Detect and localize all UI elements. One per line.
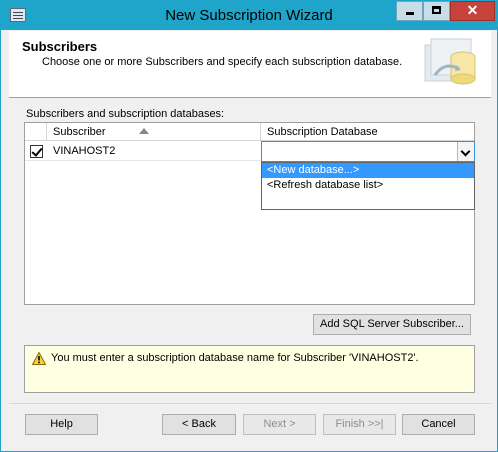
validation-message-box: You must enter a subscription database n… bbox=[24, 345, 475, 393]
title-bar[interactable]: New Subscription Wizard ✕ bbox=[1, 1, 497, 30]
subscriber-name: VINAHOST2 bbox=[53, 145, 116, 157]
validation-message-text: You must enter a subscription database n… bbox=[51, 352, 419, 364]
help-button[interactable]: Help bbox=[25, 414, 98, 435]
close-button[interactable]: ✕ bbox=[450, 1, 495, 21]
grid-header: Subscriber Subscription Database bbox=[25, 123, 474, 141]
close-icon: ✕ bbox=[466, 2, 479, 18]
page-subtitle: Choose one or more Subscribers and speci… bbox=[42, 56, 403, 68]
subscriber-column-label: Subscriber bbox=[53, 126, 106, 138]
database-column-header[interactable]: Subscription Database bbox=[261, 123, 474, 141]
database-icon bbox=[424, 38, 476, 85]
minimize-button[interactable] bbox=[396, 1, 423, 21]
maximize-icon bbox=[432, 6, 441, 14]
back-button[interactable]: < Back bbox=[162, 414, 236, 435]
page-title: Subscribers bbox=[22, 39, 98, 54]
page-header: Subscribers Choose one or more Subscribe… bbox=[9, 31, 491, 98]
database-column-label: Subscription Database bbox=[267, 126, 378, 138]
warning-icon bbox=[32, 352, 46, 365]
wizard-window: New Subscription Wizard ✕ Subscribers Ch… bbox=[0, 0, 498, 452]
subscription-database-combobox[interactable] bbox=[261, 141, 475, 162]
footer-divider bbox=[9, 403, 491, 404]
subscriber-column-header[interactable]: Subscriber bbox=[47, 123, 261, 141]
grid-label: Subscribers and subscription databases: bbox=[26, 108, 225, 120]
database-dropdown-list[interactable]: <New database...> <Refresh database list… bbox=[261, 162, 475, 210]
add-sql-server-subscriber-button[interactable]: Add SQL Server Subscriber... bbox=[313, 314, 471, 335]
chevron-down-icon[interactable] bbox=[457, 142, 474, 161]
sort-ascending-icon bbox=[139, 128, 149, 134]
finish-button[interactable]: Finish >>| bbox=[323, 414, 396, 435]
table-row[interactable]: VINAHOST2 bbox=[25, 141, 475, 162]
dropdown-option-new-database[interactable]: <New database...> bbox=[262, 163, 474, 178]
subscriber-checkbox[interactable] bbox=[30, 145, 43, 158]
maximize-button[interactable] bbox=[423, 1, 450, 21]
select-column-header bbox=[25, 123, 47, 141]
dropdown-option-refresh-list[interactable]: <Refresh database list> bbox=[262, 178, 474, 193]
next-button[interactable]: Next > bbox=[243, 414, 316, 435]
minimize-icon bbox=[405, 12, 414, 15]
subscribers-grid[interactable]: Subscriber Subscription Database VINAHOS… bbox=[24, 122, 475, 305]
cancel-button[interactable]: Cancel bbox=[402, 414, 475, 435]
